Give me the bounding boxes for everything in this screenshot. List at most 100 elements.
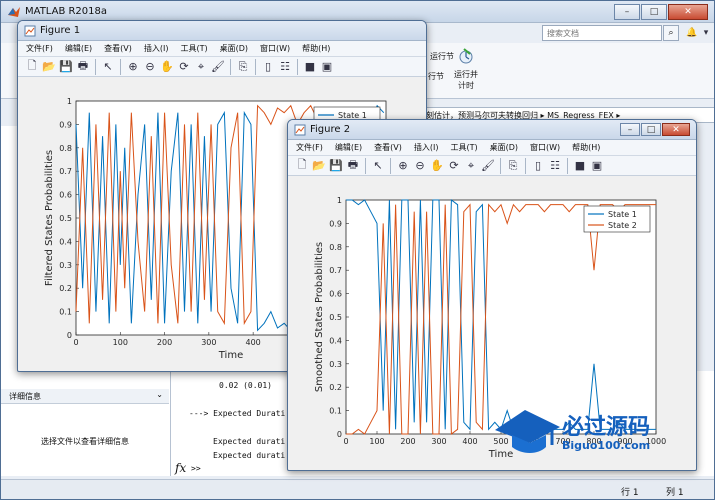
y-tick-label: 0.1 [329,407,342,416]
zoom-in-icon[interactable]: ⊕ [125,59,141,75]
brush-icon[interactable]: 🖌 [210,59,226,75]
menu-help[interactable]: 帮助(H) [572,142,600,153]
data-cursor-icon[interactable]: ⌖ [193,59,209,75]
pan-icon[interactable]: ✋ [429,158,445,174]
figure-icon [294,124,306,136]
y-tick-label: 0.7 [59,167,72,176]
open-file-icon[interactable]: 📂 [311,158,327,174]
documentation-search-input[interactable] [542,25,662,41]
y-axis-label: Filtered States Probabilities [44,150,55,286]
save-icon[interactable]: 💾 [328,158,344,174]
y-tick-label: 0.9 [59,120,72,129]
zoom-out-icon[interactable]: ⊖ [142,59,158,75]
menu-help[interactable]: 帮助(H) [302,43,330,54]
minimize-button[interactable]: – [614,3,640,20]
print-icon[interactable]: 🖶 [345,158,361,174]
brush-icon[interactable]: 🖌 [480,158,496,174]
rotate-icon[interactable]: ⟳ [446,158,462,174]
y-tick-label: 0.5 [59,214,72,223]
menu-tools[interactable]: 工具(T) [450,142,477,153]
ribbon-run-section-short-label[interactable]: 行节 [426,71,446,82]
details-header-label: 详细信息 [9,392,41,401]
menu-edit[interactable]: 编辑(E) [335,142,362,153]
colorbar-icon[interactable]: ▯ [260,59,276,75]
dock-icon[interactable]: ▣ [589,158,605,174]
search-icon[interactable]: ⌕ [663,25,679,41]
maximize-button[interactable]: □ [641,3,667,20]
menu-insert[interactable]: 插入(I) [414,142,439,153]
run-and-time-label[interactable]: 运行并 计时 [451,69,481,91]
menu-edit[interactable]: 编辑(E) [65,43,92,54]
menu-view[interactable]: 查看(V) [104,43,132,54]
watermark-url: Biguo100.com [562,439,651,452]
figure-1-titlebar: Figure 1 [18,21,426,41]
watermark-logo: 必过源码 Biguo100.com [490,395,690,465]
zoom-in-icon[interactable]: ⊕ [395,158,411,174]
menu-window[interactable]: 窗口(W) [530,142,560,153]
ribbon-run-section-label[interactable]: 运行节 [426,51,458,62]
cmd-line: ---> Expected Durati [189,409,286,418]
menu-file[interactable]: 文件(F) [26,43,53,54]
menu-file[interactable]: 文件(F) [296,142,323,153]
data-cursor-icon[interactable]: ⌖ [463,158,479,174]
colorbar-icon[interactable]: ▯ [530,158,546,174]
x-tick-label: 400 [462,437,477,446]
y-tick-label: 0.8 [329,243,342,252]
expand-icon[interactable]: ▾ [699,26,713,40]
y-tick-label: 0.9 [329,219,342,228]
maximize-button[interactable]: □ [641,123,661,136]
zoom-out-icon[interactable]: ⊖ [412,158,428,174]
command-prompt[interactable]: >> [191,464,201,473]
details-panel-header[interactable]: 详细信息 ⌄ [1,389,169,404]
dock-icon[interactable]: ▣ [319,59,335,75]
print-icon[interactable]: 🖶 [75,59,91,75]
figure-2-titlebar: Figure 2 – □ ✕ [288,120,696,140]
legend-icon[interactable]: ☷ [547,158,563,174]
link-icon[interactable]: ⎘ [505,158,521,174]
run-and-time-icon[interactable] [458,47,474,67]
x-tick-label: 0 [73,338,78,347]
menu-tools[interactable]: 工具(T) [180,43,207,54]
chevron-down-icon[interactable]: ⌄ [156,390,163,399]
menu-desktop[interactable]: 桌面(D) [220,43,248,54]
new-figure-icon[interactable]: 🗋 [24,59,40,75]
minimize-button[interactable]: – [620,123,640,136]
close-button[interactable]: ✕ [662,123,690,136]
pointer-icon[interactable]: ↖ [370,158,386,174]
y-tick-label: 0.5 [329,313,342,322]
figure-2-title: Figure 2 [310,124,351,135]
cmd-line: 0.02 (0.01) [219,381,272,390]
y-tick-label: 0.7 [329,266,342,275]
status-row: 行 1 [621,488,639,498]
function-browser-icon[interactable]: fx [175,461,186,475]
figure-2-menubar: 文件(F) 编辑(E) 查看(V) 插入(I) 工具(T) 桌面(D) 窗口(W… [288,140,696,156]
hide-tools-icon[interactable]: ■ [302,59,318,75]
menu-view[interactable]: 查看(V) [374,142,402,153]
link-icon[interactable]: ⎘ [235,59,251,75]
legend-entry: State 2 [608,221,637,230]
pointer-icon[interactable]: ↖ [100,59,116,75]
close-button[interactable]: ✕ [668,3,708,20]
legend-icon[interactable]: ☷ [277,59,293,75]
new-figure-icon[interactable]: 🗋 [294,158,310,174]
y-tick-label: 0.4 [329,336,342,345]
x-tick-label: 100 [369,437,384,446]
figure-1-toolbar: 🗋 📂 💾 🖶 ↖ ⊕ ⊖ ✋ ⟳ ⌖ 🖌 ⎘ ▯ ☷ ■ ▣ [18,57,426,77]
menu-insert[interactable]: 插入(I) [144,43,169,54]
hide-tools-icon[interactable]: ■ [572,158,588,174]
y-tick-label: 0.4 [59,237,72,246]
matlab-logo-icon [7,5,21,19]
y-tick-label: 0.2 [329,383,342,392]
rotate-icon[interactable]: ⟳ [176,59,192,75]
open-file-icon[interactable]: 📂 [41,59,57,75]
pan-icon[interactable]: ✋ [159,59,175,75]
y-tick-label: 0.1 [59,308,72,317]
menu-window[interactable]: 窗口(W) [260,43,290,54]
y-tick-label: 0.3 [329,360,342,369]
notification-icon[interactable]: 🔔 [685,26,699,40]
x-tick-label: 300 [431,437,446,446]
y-tick-label: 0 [67,331,72,340]
save-icon[interactable]: 💾 [58,59,74,75]
y-tick-label: 0 [337,430,342,439]
menu-desktop[interactable]: 桌面(D) [490,142,518,153]
